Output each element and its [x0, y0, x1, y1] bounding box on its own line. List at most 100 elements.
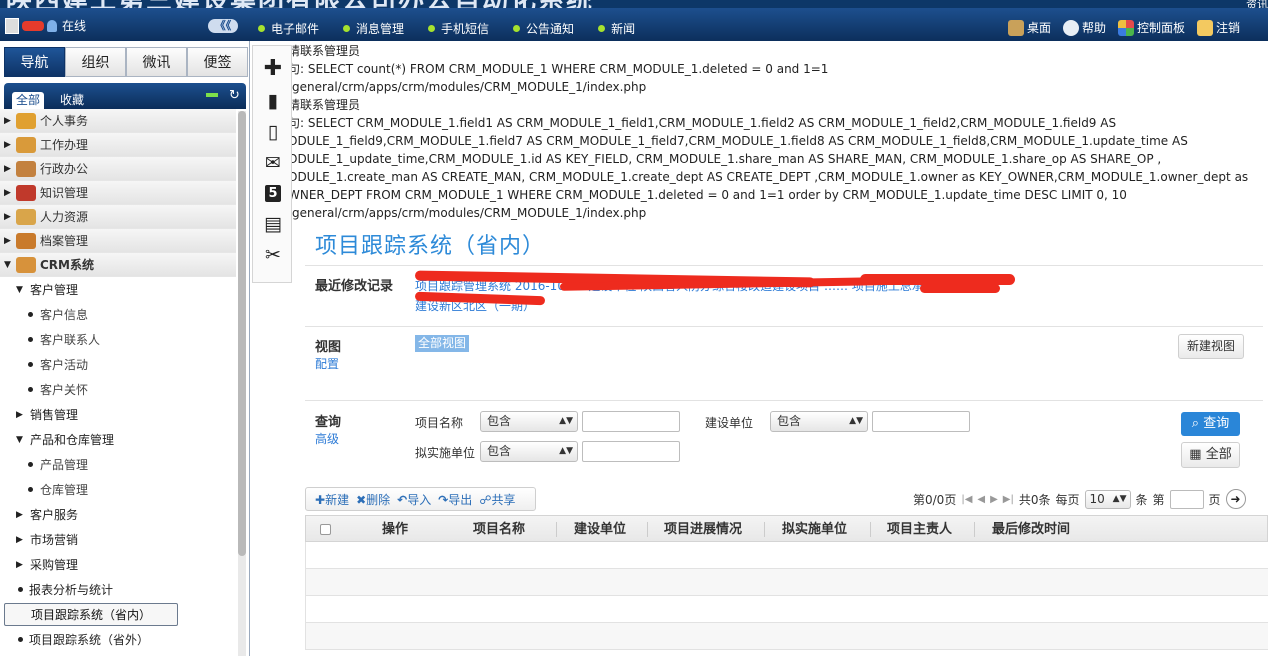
col-last-modified[interactable]: 最后修改时间	[992, 516, 1070, 543]
page-number-input[interactable]	[1169, 489, 1204, 509]
module-knowledge[interactable]: ▶ 知识管理	[0, 181, 236, 205]
scrollbar-thumb[interactable]	[238, 111, 246, 556]
crm-report-analysis[interactable]: 报表分析与统计	[0, 577, 236, 602]
col-owner[interactable]: 项目主责人	[887, 516, 952, 543]
crm-customer-management[interactable]: ▼ 客户管理	[0, 277, 236, 302]
impl-unit-input[interactable]	[582, 441, 680, 462]
plus-icon[interactable]: ✚	[253, 58, 293, 80]
last-page-icon[interactable]: ▶|	[1003, 494, 1014, 505]
bar-chart-icon[interactable]: ▮	[253, 90, 293, 112]
next-page-icon[interactable]: ▶	[990, 494, 998, 505]
per-page-label: 每页	[1055, 492, 1080, 507]
build-unit-input[interactable]	[872, 411, 970, 432]
crm-customer-info[interactable]: 客户信息	[0, 302, 236, 327]
tools-icon[interactable]: ✂	[253, 244, 293, 266]
recent-changes-label: 最近修改记录	[315, 279, 394, 294]
menu-news[interactable]: 新闻	[598, 20, 635, 37]
first-page-icon[interactable]: |◀	[961, 494, 972, 505]
control-panel-button[interactable]: 控制面板	[1117, 19, 1185, 36]
crm-purchase[interactable]: ▶ 采购管理	[0, 552, 236, 577]
calendar-icon[interactable]: 5	[253, 183, 293, 205]
navigation-tree: ▶ 个人事务 ▶ 工作办理 ▶ 行政办公 ▶ 知识管理 ▶ 人力资源 ▶ 档案管理 ▼ CRM…	[0, 109, 236, 656]
crm-customer-activities[interactable]: 客户活动	[0, 352, 236, 377]
col-project-name[interactable]: 项目名称	[473, 516, 525, 543]
mail-icon[interactable]: ✉	[253, 152, 293, 174]
debug-line: /general/crm/apps/crm/modules/CRM_MODULE…	[288, 80, 647, 94]
crm-product-management[interactable]: 产品管理	[0, 452, 236, 477]
menu-sms[interactable]: 手机短信	[428, 20, 489, 37]
col-impl-unit[interactable]: 拟实施单位	[782, 516, 847, 543]
clipboard-icon[interactable]: ▤	[253, 213, 293, 235]
bullet-icon	[18, 637, 23, 642]
project-name-operator-select[interactable]: 包含 ▲▼	[480, 411, 578, 432]
crm-customer-contacts[interactable]: 客户联系人	[0, 327, 236, 352]
table-row	[305, 569, 1268, 596]
col-actions[interactable]: 操作	[382, 516, 408, 543]
menu-email[interactable]: 电子邮件	[258, 20, 319, 37]
crm-warehouse-management[interactable]: 仓库管理	[0, 477, 236, 502]
crm-customer-service[interactable]: ▶ 客户服务	[0, 502, 236, 527]
desktop-button[interactable]: 桌面	[1007, 19, 1051, 36]
crm-marketing[interactable]: ▶ 市场营销	[0, 527, 236, 552]
bullet-icon	[428, 25, 436, 32]
logout-button[interactable]: 注销	[1196, 19, 1240, 36]
user-status[interactable]: 在线	[5, 17, 86, 34]
project-name-label: 项目名称	[415, 416, 464, 430]
tab-notes[interactable]: 便签	[187, 47, 248, 77]
divider	[305, 400, 1263, 401]
menu-messages[interactable]: 消息管理	[343, 20, 404, 37]
refresh-icon[interactable]: ↻	[229, 88, 240, 103]
col-build-unit[interactable]: 建设单位	[574, 516, 626, 543]
build-unit-operator-select[interactable]: 包含 ▲▼	[770, 411, 868, 432]
column-divider	[870, 522, 871, 537]
impl-unit-operator-select[interactable]: 包含 ▲▼	[480, 441, 578, 462]
collapse-all-icon[interactable]	[206, 93, 218, 97]
bullet-icon	[513, 25, 521, 32]
export-button[interactable]: ↷导出	[438, 491, 472, 508]
prev-page-icon[interactable]: ◀	[977, 494, 985, 505]
tablet-icon[interactable]: ▯	[253, 121, 293, 143]
show-all-button[interactable]: ▦ 全部	[1181, 442, 1240, 468]
crm-customer-care[interactable]: 客户关怀	[0, 377, 236, 402]
module-personal[interactable]: ▶ 个人事务	[0, 109, 236, 133]
col-progress[interactable]: 项目进展情况	[664, 516, 742, 543]
delete-button[interactable]: ✖删除	[356, 491, 390, 508]
select-all-checkbox[interactable]	[320, 524, 331, 535]
page-size-select[interactable]: 10 ▲▼	[1084, 489, 1131, 509]
go-arrow-icon[interactable]: ➜	[1225, 489, 1246, 509]
help-button[interactable]: 帮助	[1062, 19, 1106, 36]
module-work[interactable]: ▶ 工作办理	[0, 133, 236, 157]
module-crm[interactable]: ▼ CRM系统	[0, 253, 236, 277]
column-divider	[974, 522, 975, 537]
new-button[interactable]: ✚新建	[315, 491, 349, 508]
news-link[interactable]: 资讯	[1246, 0, 1268, 8]
module-archive[interactable]: ▶ 档案管理	[0, 229, 236, 253]
cloud-icon	[1062, 19, 1079, 36]
tab-organization[interactable]: 组织	[65, 47, 126, 77]
collapse-sidebar-button[interactable]: 《《	[208, 19, 238, 33]
tab-micro-message[interactable]: 微讯	[126, 47, 187, 77]
import-button[interactable]: ↶导入	[397, 491, 431, 508]
table-row	[305, 542, 1268, 569]
sidebar-scrollbar[interactable]	[238, 111, 246, 656]
module-admin-office[interactable]: ▶ 行政办公	[0, 157, 236, 181]
all-view-tag[interactable]: 全部视图	[415, 335, 470, 352]
subtab-all[interactable]: 全部	[12, 92, 45, 109]
advanced-query-link[interactable]: 高级	[315, 430, 339, 447]
personal-icon	[16, 112, 36, 129]
search-button[interactable]: ⌕ 查询	[1181, 412, 1240, 436]
tab-navigation[interactable]: 导航	[4, 47, 65, 77]
view-label: 视图	[315, 340, 342, 355]
subtab-favorites[interactable]: 收藏	[56, 92, 88, 109]
crm-tracking-out-province[interactable]: 项目跟踪系统（省外）	[0, 627, 236, 652]
online-status-label: 在线	[62, 19, 87, 33]
menu-notices[interactable]: 公告通知	[513, 20, 574, 37]
module-hr[interactable]: ▶ 人力资源	[0, 205, 236, 229]
crm-product-warehouse[interactable]: ▼ 产品和仓库管理	[0, 427, 236, 452]
view-config-link[interactable]: 配置	[315, 355, 339, 372]
crm-sales[interactable]: ▶ 销售管理	[0, 402, 236, 427]
new-view-button[interactable]: 新建视图	[1178, 334, 1244, 359]
share-button[interactable]: ☍共享	[479, 491, 515, 508]
project-name-input[interactable]	[582, 411, 680, 432]
crm-tracking-in-province[interactable]: 项目跟踪系统（省内）	[4, 603, 178, 626]
